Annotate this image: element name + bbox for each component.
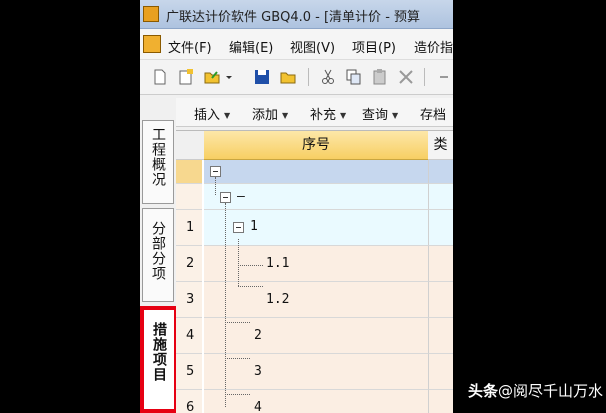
folder-icon[interactable]	[280, 69, 296, 85]
menu-edit[interactable]: 编辑(E)	[229, 37, 273, 56]
save-icon[interactable]	[254, 69, 270, 85]
title-bar: 广联达计价软件 GBQ4.0 - [清单计价 - 预算	[140, 0, 453, 29]
insert-button[interactable]: 插入 ▼	[194, 104, 230, 123]
main-toolbar	[140, 60, 453, 95]
tab-measure-items[interactable]: 措施项目	[140, 306, 178, 413]
watermark-handle: @阅尽千山万水	[498, 382, 604, 400]
row-number: 5	[176, 354, 202, 390]
table-row[interactable]: —	[176, 184, 453, 210]
collapse-toggle-icon[interactable]	[233, 222, 244, 233]
menu-app-icon[interactable]	[143, 35, 161, 53]
row-number: 1	[176, 210, 202, 246]
dropdown-arrow-icon: ▼	[392, 111, 399, 120]
undo-icon[interactable]	[436, 69, 452, 85]
new-file-icon[interactable]	[152, 69, 168, 85]
tree-connector-line	[238, 239, 239, 286]
type-cell[interactable]	[428, 282, 453, 318]
tree-connector-line	[225, 394, 250, 395]
type-cell[interactable]	[428, 184, 453, 210]
dropdown-arrow-icon: ▼	[224, 111, 231, 120]
copy-icon[interactable]	[346, 69, 362, 85]
row-number	[176, 184, 202, 210]
tree-cell[interactable]: 3	[204, 354, 428, 390]
tree-label: 4	[254, 400, 262, 413]
table-row[interactable]: 4 2	[176, 318, 453, 354]
tree-cell[interactable]: 1.2	[204, 282, 428, 318]
add-button[interactable]: 添加 ▼	[252, 104, 288, 123]
type-cell[interactable]	[428, 160, 453, 184]
app-window: 广联达计价软件 GBQ4.0 - [清单计价 - 预算 文件(F) 编辑(E) …	[140, 0, 453, 413]
supplement-button[interactable]: 补充 ▼	[310, 104, 346, 123]
tree-connector-line	[225, 322, 250, 323]
watermark: 头条@阅尽千山万水	[468, 380, 603, 401]
table-row[interactable]: 2 1.1	[176, 246, 453, 282]
toolbar-separator	[308, 68, 309, 86]
tab-sub-items[interactable]: 分部分项	[142, 208, 174, 302]
delete-icon[interactable]	[398, 69, 414, 85]
tree-label: 3	[254, 364, 262, 379]
row-number: 3	[176, 282, 202, 318]
table-row[interactable]: 1 1	[176, 210, 453, 246]
column-header-type[interactable]: 类	[428, 131, 453, 160]
tree-label: 1.2	[266, 292, 290, 307]
tab-project-overview-label: 工程概况	[150, 127, 166, 187]
tree-label: —	[237, 189, 245, 204]
tab-sub-items-label: 分部分项	[150, 221, 166, 281]
tree-label: 1.1	[266, 256, 290, 271]
cut-icon[interactable]	[320, 69, 336, 85]
window-title: 广联达计价软件 GBQ4.0 - [清单计价 - 预算	[166, 10, 421, 25]
tree-cell[interactable]: —	[204, 184, 428, 210]
table-row[interactable]	[176, 160, 453, 184]
new-project-icon[interactable]	[178, 69, 194, 85]
collapse-toggle-icon[interactable]	[220, 192, 231, 203]
type-cell[interactable]	[428, 390, 453, 413]
app-logo-icon	[143, 6, 159, 22]
tree-connector-line	[238, 286, 263, 287]
tree-connector-line	[215, 177, 216, 195]
tree-connector-line	[225, 203, 226, 407]
tab-project-overview[interactable]: 工程概况	[142, 120, 174, 204]
tab-measure-items-label: 措施项目	[151, 322, 167, 382]
menu-bar: 文件(F) 编辑(E) 视图(V) 项目(P) 造价指	[140, 29, 453, 60]
type-cell[interactable]	[428, 318, 453, 354]
menu-project[interactable]: 项目(P)	[352, 37, 396, 56]
open-dropdown-icon[interactable]	[224, 69, 234, 85]
tree-cell[interactable]	[204, 160, 428, 184]
dropdown-arrow-icon: ▼	[282, 111, 289, 120]
type-cell[interactable]	[428, 354, 453, 390]
grid-corner-header	[176, 131, 205, 160]
dropdown-arrow-icon: ▼	[340, 111, 347, 120]
tree-label: 2	[254, 328, 262, 343]
row-number	[176, 160, 202, 184]
row-number: 6	[176, 390, 202, 413]
row-number: 2	[176, 246, 202, 282]
menu-cost-index[interactable]: 造价指	[414, 37, 453, 56]
menu-file[interactable]: 文件(F)	[168, 37, 212, 56]
side-tab-bar: 工程概况 分部分项 措施项目	[140, 96, 178, 413]
table-row[interactable]: 3 1.2	[176, 282, 453, 318]
type-cell[interactable]	[428, 246, 453, 282]
paste-icon[interactable]	[372, 69, 388, 85]
tree-label: 1	[250, 219, 258, 234]
type-cell[interactable]	[428, 210, 453, 246]
grid-toolbar: 插入 ▼ 添加 ▼ 补充 ▼ 查询 ▼ 存档	[176, 98, 453, 127]
open-folder-icon[interactable]	[204, 69, 220, 85]
table-row[interactable]: 5 3	[176, 354, 453, 390]
watermark-prefix: 头条	[468, 382, 499, 400]
column-header-seq[interactable]: 序号	[204, 131, 429, 160]
tree-connector-line	[225, 358, 250, 359]
row-number: 4	[176, 318, 202, 354]
tree-connector-line	[238, 265, 263, 266]
collapse-toggle-icon[interactable]	[210, 166, 221, 177]
query-button[interactable]: 查询 ▼	[362, 104, 398, 123]
measure-items-grid: 序号 类 — 1 1 2 1.1 3 1.2 4 2 5 3 6 4	[176, 130, 453, 413]
table-row[interactable]: 6 4	[176, 390, 453, 413]
menu-view[interactable]: 视图(V)	[290, 37, 335, 56]
toolbar-separator	[424, 68, 425, 86]
tree-cell[interactable]: 2	[204, 318, 428, 354]
archive-button[interactable]: 存档	[420, 104, 446, 123]
